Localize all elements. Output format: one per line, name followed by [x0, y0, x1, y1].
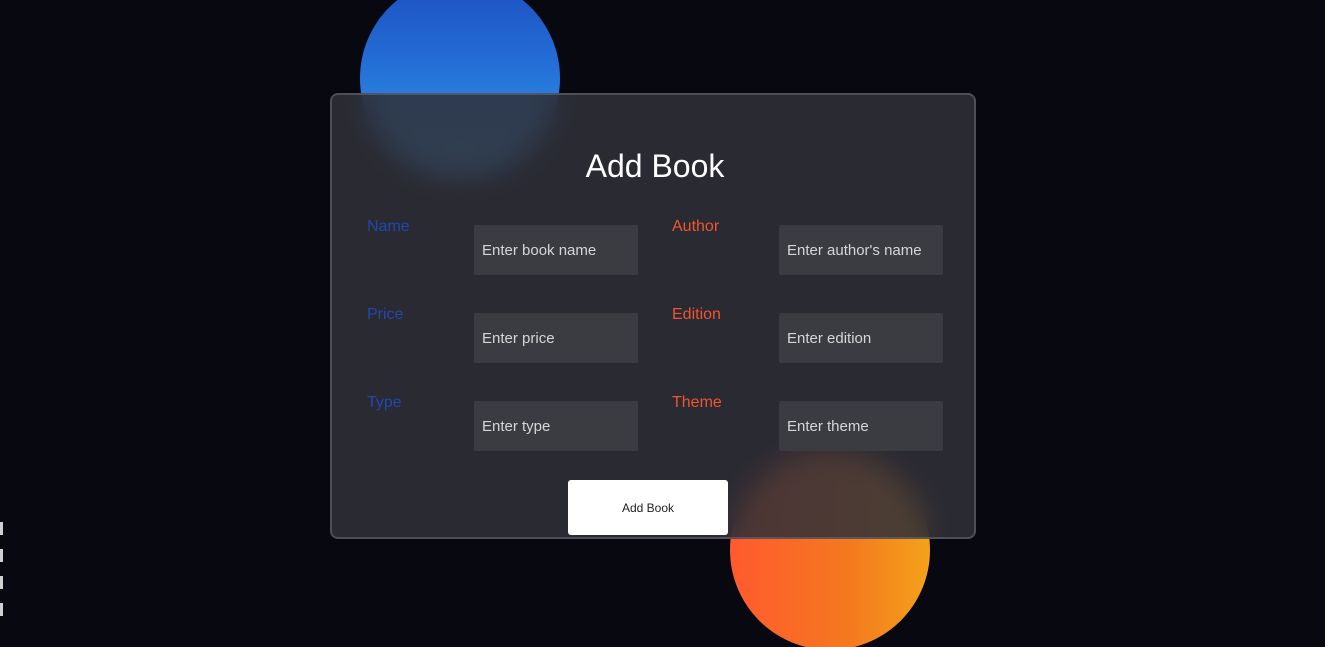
book-name-input[interactable]: [474, 225, 638, 275]
theme-label: Theme: [672, 394, 722, 411]
add-book-button[interactable]: Add Book: [568, 480, 728, 535]
author-name-input[interactable]: [779, 225, 943, 275]
edge-mark: [0, 576, 3, 589]
edition-label: Edition: [672, 306, 721, 323]
add-book-form-card: Add Book Name Author Price Edition Type …: [330, 93, 976, 539]
edition-input[interactable]: [779, 313, 943, 363]
type-input[interactable]: [474, 401, 638, 451]
page-background: Add Book Name Author Price Edition Type …: [0, 0, 1325, 647]
price-input[interactable]: [474, 313, 638, 363]
edge-artifact: [0, 522, 6, 647]
form-title: Add Book: [585, 148, 725, 184]
theme-input[interactable]: [779, 401, 943, 451]
name-label: Name: [367, 218, 410, 235]
type-label: Type: [367, 394, 402, 411]
edge-mark: [0, 522, 3, 535]
edge-mark: [0, 603, 3, 616]
price-label: Price: [367, 306, 404, 323]
edge-mark: [0, 549, 3, 562]
author-label: Author: [672, 218, 720, 235]
